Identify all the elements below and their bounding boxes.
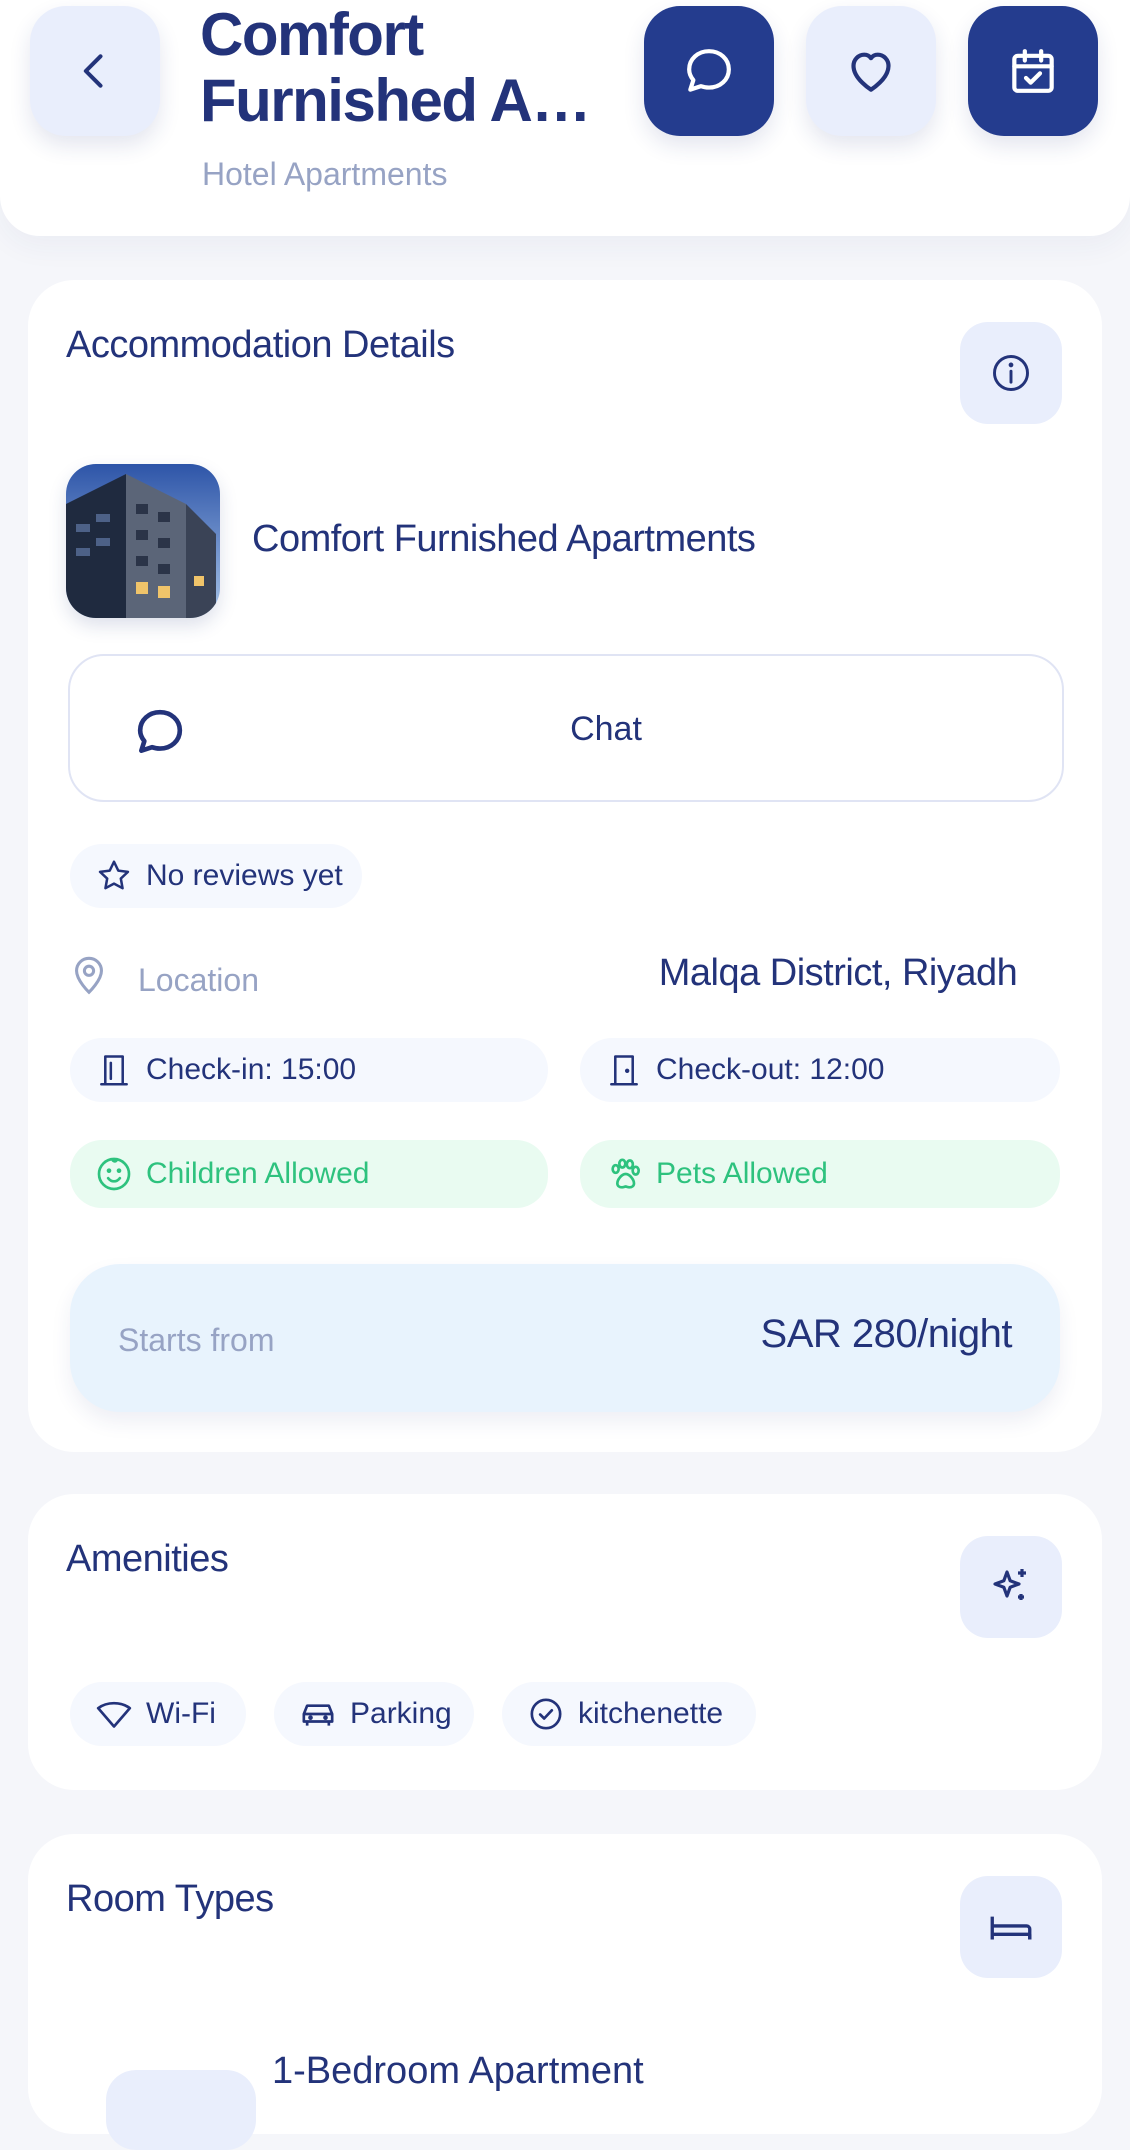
building-photo: [66, 464, 220, 618]
amenity-kitchenette: kitchenette: [502, 1682, 756, 1746]
sparkles-button[interactable]: [960, 1536, 1062, 1638]
top-header: Comfort Furnished Apa... Hotel Apartment…: [0, 0, 1130, 236]
chat-header-button[interactable]: [644, 6, 774, 136]
children-allowed-badge: Children Allowed: [70, 1140, 548, 1208]
check-circle-icon: [526, 1694, 566, 1734]
wifi-diamond-icon: [94, 1694, 134, 1734]
title-line-2: Furnished Apa...: [200, 68, 600, 134]
room-types-section-title: Room Types: [66, 1878, 274, 1920]
amenities-card: Amenities Wi-Fi Parking kitchenette: [28, 1494, 1102, 1790]
chat-bubble-icon: [687, 49, 731, 92]
amenity-wifi: Wi-Fi: [70, 1682, 246, 1746]
book-calendar-button[interactable]: [968, 6, 1098, 136]
chevron-left-icon: [83, 54, 103, 88]
info-button[interactable]: [960, 322, 1062, 424]
amenity-label: kitchenette: [578, 1697, 724, 1730]
room-item-icon-box: [106, 2070, 256, 2150]
room-types-card: Room Types 1-Bedroom Apartment: [28, 1834, 1102, 2150]
children-allowed-text: Children Allowed: [146, 1157, 370, 1190]
reviews-badge[interactable]: No reviews yet: [70, 844, 362, 908]
chat-button-label: Chat: [570, 710, 642, 748]
price-label: Starts from: [118, 1322, 275, 1358]
location-value: Malqa District, Riyadh: [658, 952, 1018, 994]
chat-button[interactable]: Chat: [68, 654, 1064, 802]
accommodation-details-card: Accommodation Details Comfort Furnished …: [28, 280, 1102, 1452]
car-icon: [298, 1694, 338, 1734]
reviews-text: No reviews yet: [146, 859, 343, 892]
door-icon: [94, 1050, 134, 1090]
star-icon: [94, 856, 134, 896]
page-subtitle: Hotel Apartments: [202, 156, 448, 192]
paw-icon: [604, 1154, 644, 1194]
pets-allowed-badge: Pets Allowed: [580, 1140, 1060, 1208]
info-icon: [993, 355, 1029, 391]
calendar-check-icon: [1012, 49, 1054, 93]
check-out-badge: Check-out: 12:00: [580, 1038, 1060, 1102]
amenity-label: Parking: [350, 1697, 452, 1730]
bed-button[interactable]: [960, 1876, 1062, 1978]
bed-icon: [990, 1916, 1032, 1940]
property-name: Comfort Furnished Apartments: [252, 518, 756, 560]
sparkles-icon: [993, 1569, 1026, 1600]
location-pin-icon: [66, 952, 112, 1003]
price-box: Starts from SAR 280/night: [70, 1264, 1060, 1412]
pets-allowed-text: Pets Allowed: [656, 1157, 828, 1190]
check-in-badge: Check-in: 15:00: [70, 1038, 548, 1102]
favorite-button[interactable]: [806, 6, 936, 136]
amenity-label: Wi-Fi: [146, 1697, 216, 1730]
price-value: SAR 280/night: [760, 1312, 1013, 1356]
location-label: Location: [138, 962, 259, 998]
amenities-section-title: Amenities: [66, 1538, 229, 1580]
amenity-parking: Parking: [274, 1682, 474, 1746]
page-title: Comfort Furnished Apa...: [200, 2, 600, 134]
check-out-text: Check-out: 12:00: [656, 1053, 885, 1086]
back-button[interactable]: [30, 6, 160, 136]
smiley-baby-icon: [94, 1154, 134, 1194]
room-item-title[interactable]: 1-Bedroom Apartment: [272, 2050, 644, 2093]
accommodation-section-title: Accommodation Details: [66, 324, 455, 366]
door-open-icon: [604, 1050, 644, 1090]
heart-icon: [851, 52, 891, 92]
title-line-1: Comfort: [200, 2, 424, 68]
property-thumbnail[interactable]: [66, 464, 220, 618]
check-in-text: Check-in: 15:00: [146, 1053, 357, 1086]
